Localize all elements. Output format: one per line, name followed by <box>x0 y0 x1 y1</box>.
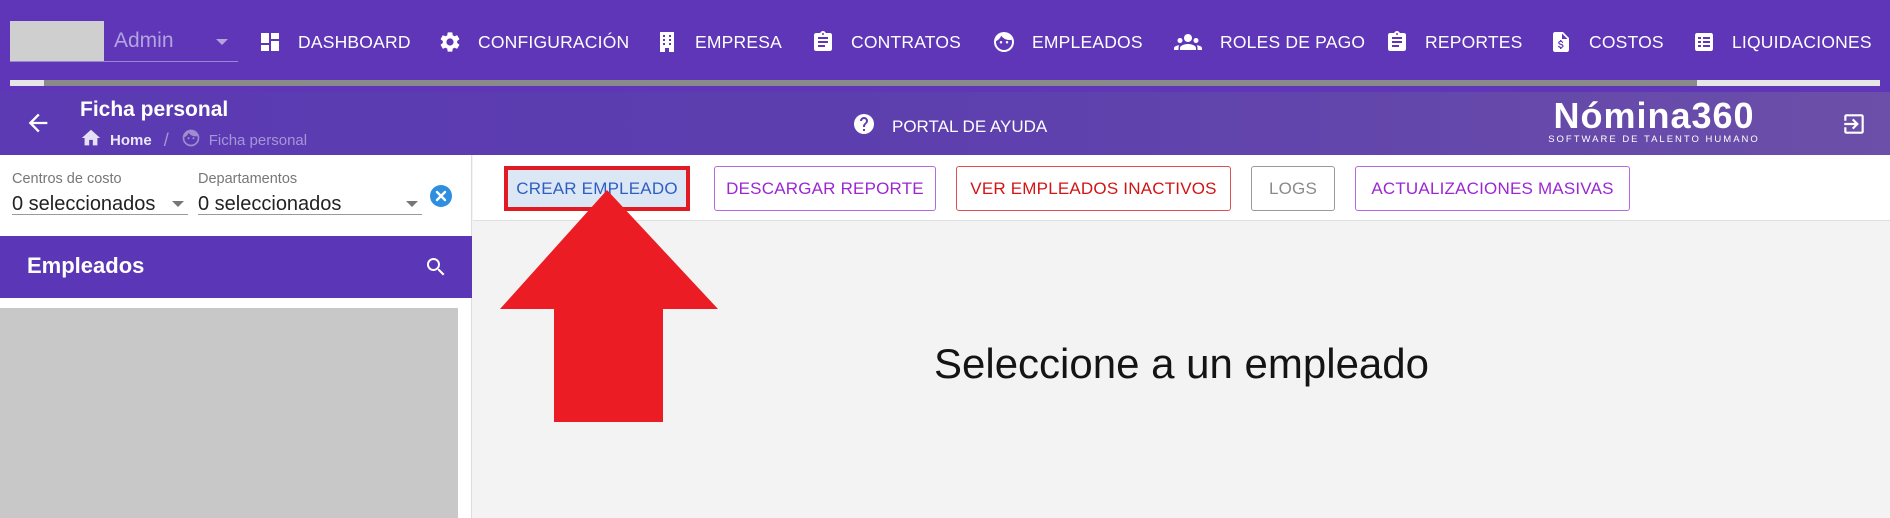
breadcrumb-home-link[interactable]: Home <box>110 132 152 149</box>
annotation-arrow-icon <box>500 190 718 422</box>
department-value: 0 seleccionados <box>198 193 342 215</box>
logs-button[interactable]: LOGS <box>1251 166 1335 211</box>
clipboard-list-icon <box>1385 30 1409 54</box>
help-portal-label: PORTAL DE AYUDA <box>892 116 1048 136</box>
nav-item-label: COSTOS <box>1589 31 1664 52</box>
employees-panel-title: Empleados <box>27 253 145 278</box>
employees-panel-header: Empleados <box>0 236 472 298</box>
nav-item-costos[interactable]: COSTOS <box>1549 0 1664 84</box>
cost-center-value: 0 seleccionados <box>12 193 156 215</box>
nav-scroll-indicator-left <box>10 80 44 86</box>
logout-icon[interactable] <box>1841 111 1867 137</box>
dollar-document-icon <box>1549 30 1573 54</box>
department-label: Departamentos <box>198 171 298 187</box>
chevron-down-icon <box>406 201 418 207</box>
clipboard-icon <box>811 30 835 54</box>
clear-filters-icon[interactable] <box>430 185 452 207</box>
department-select[interactable]: Departamentos 0 seleccionados <box>198 171 422 215</box>
cost-center-select[interactable]: Centros de costo 0 seleccionados <box>12 171 188 215</box>
brand-wordmark: Nómina360 <box>1553 95 1755 136</box>
nav-item-label: CONTRATOS <box>851 31 962 52</box>
nav-item-liquidaciones[interactable]: LIQUIDACIONES <box>1692 0 1872 84</box>
help-circle-icon <box>852 112 876 141</box>
nav-item-label: DASHBOARD <box>298 31 411 52</box>
company-name: Admin <box>114 29 174 52</box>
nav-item-reportes[interactable]: REPORTES <box>1385 0 1523 84</box>
chevron-down-icon <box>216 39 228 45</box>
face-icon <box>992 30 1016 54</box>
people-icon <box>1172 30 1204 54</box>
nav-item-label: EMPRESA <box>695 31 782 52</box>
home-icon <box>80 127 102 153</box>
top-navigation: Admin DASHBOARD CONFIGURACIÓN EMPRESA CO… <box>0 0 1890 92</box>
view-inactive-employees-button[interactable]: VER EMPLEADOS INACTIVOS <box>956 166 1231 211</box>
nav-item-label: ROLES DE PAGO <box>1220 31 1366 52</box>
cost-center-label: Centros de costo <box>12 171 122 187</box>
nav-scroll-indicator-right <box>1697 80 1880 86</box>
brand-tagline: SOFTWARE DE TALENTO HUMANO <box>1548 134 1760 145</box>
dashboard-icon <box>258 30 282 54</box>
back-arrow-icon[interactable] <box>24 109 52 137</box>
nav-item-empresa[interactable]: EMPRESA <box>655 0 782 84</box>
breadcrumb-separator: / <box>163 129 169 150</box>
chevron-down-icon <box>172 201 184 207</box>
page-header: Ficha personal Home / Ficha personal POR… <box>0 92 1890 155</box>
nav-scroll-track[interactable] <box>10 80 1880 86</box>
list-icon <box>1692 30 1716 54</box>
nav-item-roles-de-pago[interactable]: ROLES DE PAGO <box>1172 0 1365 84</box>
gear-icon <box>438 30 462 54</box>
brand-logo: Nómina360 SOFTWARE DE TALENTO HUMANO <box>1548 95 1760 146</box>
breadcrumb-current: Ficha personal <box>208 131 308 149</box>
company-logo <box>10 21 104 61</box>
nav-item-empleados[interactable]: EMPLEADOS <box>992 0 1143 84</box>
mass-updates-button[interactable]: ACTUALIZACIONES MASIVAS <box>1355 166 1630 211</box>
employee-side-panel: Centros de costo 0 seleccionados Departa… <box>0 155 472 518</box>
nav-item-label: REPORTES <box>1425 31 1523 52</box>
nav-item-label: LIQUIDACIONES <box>1732 31 1872 52</box>
help-portal-link[interactable]: PORTAL DE AYUDA <box>852 112 1047 141</box>
employee-list[interactable] <box>0 308 458 518</box>
building-icon <box>655 30 679 54</box>
breadcrumb: Home / Ficha personal <box>80 127 307 153</box>
nav-item-label: EMPLEADOS <box>1032 31 1143 52</box>
company-selector[interactable]: Admin <box>10 21 238 62</box>
download-report-button[interactable]: DESCARGAR REPORTE <box>714 166 936 211</box>
nav-item-contratos[interactable]: CONTRATOS <box>811 0 961 84</box>
face-icon <box>181 128 201 152</box>
page-title: Ficha personal <box>80 98 229 121</box>
nav-item-label: CONFIGURACIÓN <box>478 31 630 52</box>
search-icon[interactable] <box>424 255 448 279</box>
nav-item-configuracion[interactable]: CONFIGURACIÓN <box>438 0 629 84</box>
nav-item-dashboard[interactable]: DASHBOARD <box>258 0 411 84</box>
